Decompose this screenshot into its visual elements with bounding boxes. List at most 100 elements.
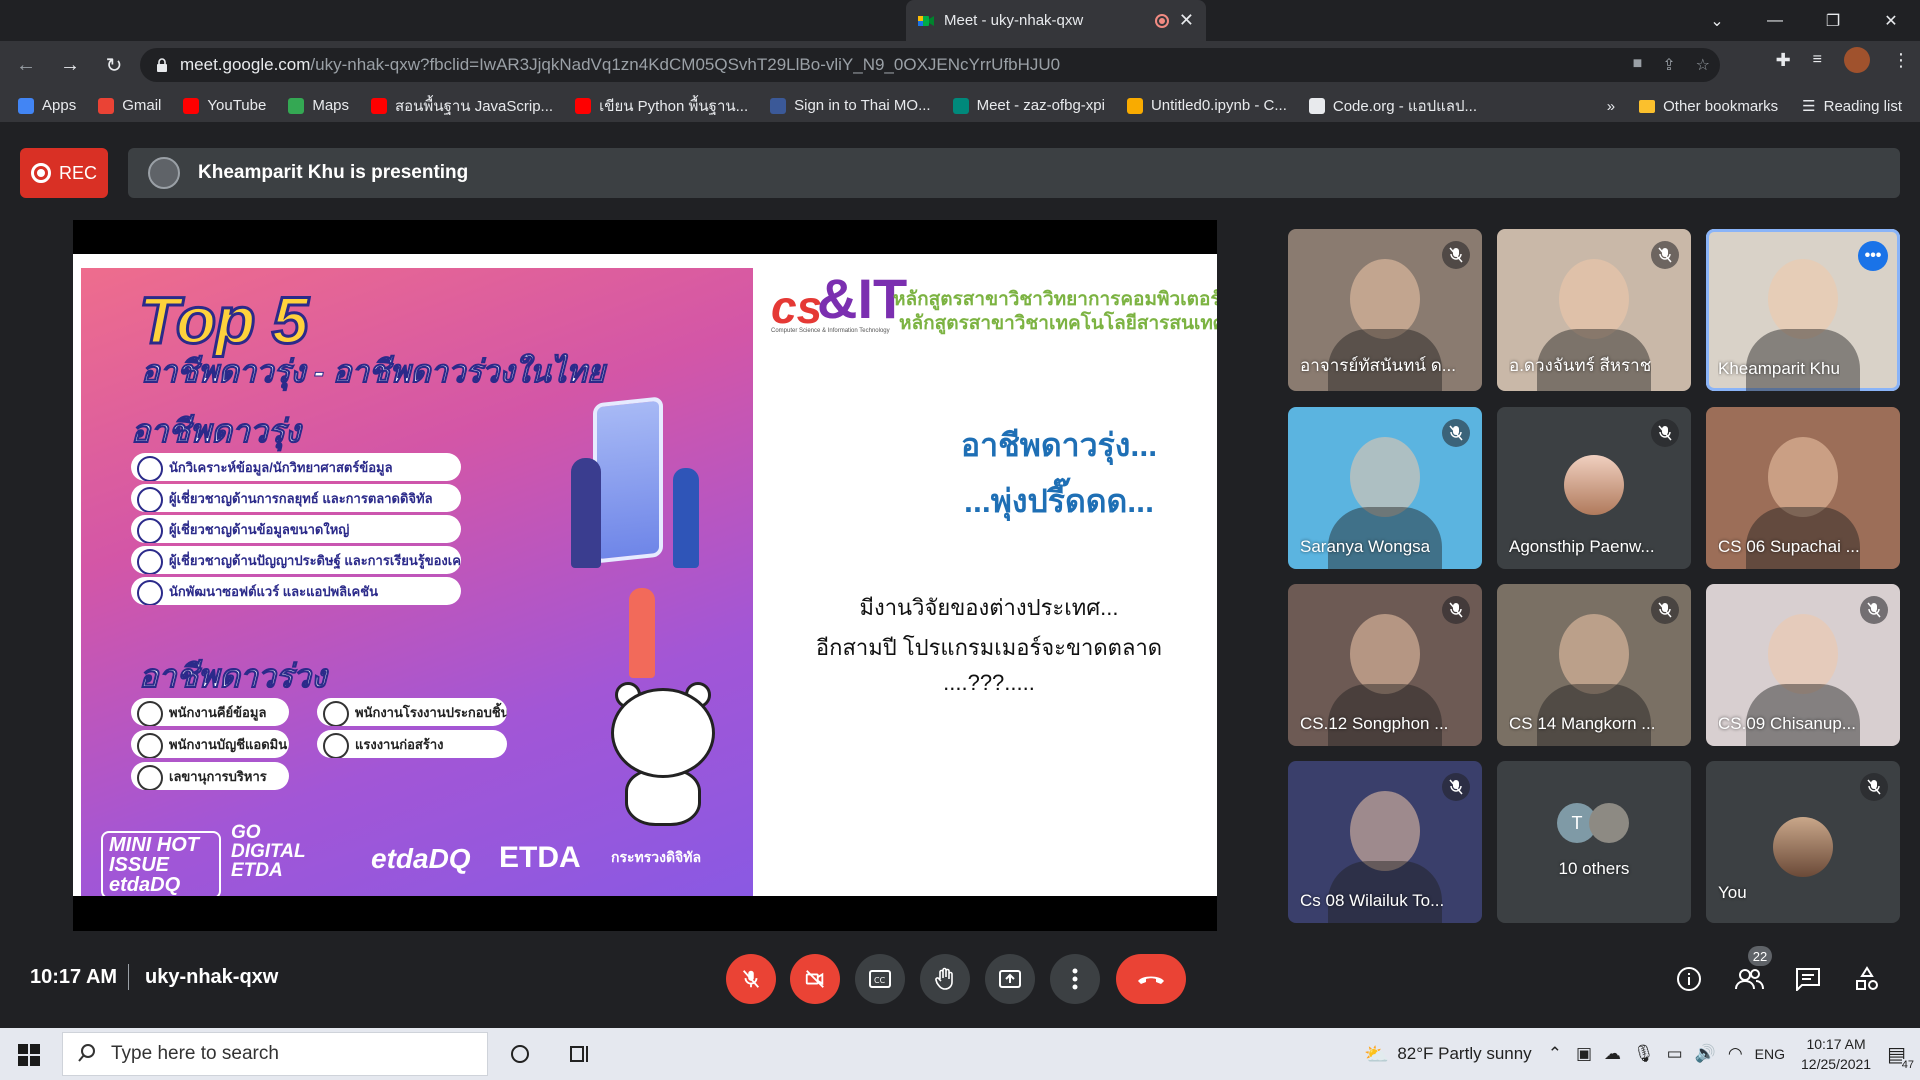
bookmark-label: Gmail <box>122 97 162 114</box>
lock-icon[interactable] <box>156 58 168 72</box>
bookmark-item[interactable]: YouTube <box>183 97 266 114</box>
media-control-icon[interactable]: ≡ <box>1813 51 1822 69</box>
participant-tile[interactable]: CS.09 Chisanup... <box>1706 584 1900 746</box>
participant-name: อ.ดวงจันทร์ สีหราช <box>1509 356 1652 375</box>
bookmark-star-icon[interactable]: ☆ <box>1696 55 1710 75</box>
reading-list[interactable]: ☰ Reading list <box>1802 97 1902 116</box>
mic-off-button[interactable] <box>726 954 776 1004</box>
cortana-icon[interactable] <box>508 1042 532 1066</box>
slide-body-3: ....???..... <box>943 670 1035 695</box>
poster-image: Top 5 อาชีพดาวรุ่ง - อาชีพดาวร่วงในไทย อ… <box>81 268 753 896</box>
recording-badge[interactable]: REC <box>20 148 108 198</box>
tab-search-icon[interactable]: ⌄ <box>1688 0 1746 41</box>
url-host: meet.google.com <box>180 55 311 74</box>
meet-view: REC Kheamparit Khu is presenting Top 5 อ… <box>0 124 1920 1028</box>
forward-icon[interactable]: → <box>52 47 88 83</box>
reload-icon[interactable]: ↻ <box>96 47 132 83</box>
notifications-icon[interactable]: ▤ 47 <box>1887 1042 1914 1071</box>
participant-tile[interactable]: CS.12 Songphon ... <box>1288 584 1482 746</box>
leave-call-button[interactable] <box>1116 954 1186 1004</box>
other-bookmarks-label: Other bookmarks <box>1663 97 1779 115</box>
microphone-icon[interactable]: 🎙 <box>1633 1044 1655 1064</box>
people-icon[interactable] <box>1734 964 1764 994</box>
tray-meet-icon[interactable]: ▣ <box>1576 1044 1592 1064</box>
close-window-icon[interactable]: ✕ <box>1862 0 1920 41</box>
participant-tile[interactable]: อาจารย์ทัสนันทน์ ด... <box>1288 229 1482 391</box>
reading-list-label: Reading list <box>1823 97 1902 115</box>
input-language[interactable]: ENG <box>1755 1046 1785 1062</box>
etda-logo: ETDA <box>499 841 581 874</box>
bookmark-item[interactable]: Untitled0.ipynb - C... <box>1126 97 1287 114</box>
restore-icon[interactable]: ❐ <box>1804 0 1862 41</box>
participant-tile[interactable]: ••• Kheamparit Khu <box>1706 229 1900 391</box>
onedrive-icon[interactable]: ☁ <box>1604 1044 1621 1064</box>
meeting-clock: 10:17 AM <box>30 966 118 988</box>
bookmark-label: Code.org - แอปแลป... <box>1332 97 1477 115</box>
participant-name: Kheamparit Khu <box>1718 359 1840 378</box>
participant-tile[interactable]: CS 06 Supachai ... <box>1706 407 1900 569</box>
captions-button[interactable]: CC <box>855 954 905 1004</box>
participant-avatar <box>1773 817 1833 877</box>
tab-close-icon[interactable]: ✕ <box>1179 10 1194 31</box>
tile-more-icon[interactable]: ••• <box>1858 241 1888 271</box>
meeting-details-icon[interactable] <box>1674 964 1704 994</box>
omnibox[interactable]: meet.google.com/uky-nhak-qxw?fbclid=IwAR… <box>140 48 1720 82</box>
participant-name: CS 14 Mangkorn ... <box>1509 714 1656 733</box>
bookmark-item[interactable]: Maps <box>288 97 349 114</box>
task-view-icon[interactable] <box>568 1042 592 1066</box>
falling-career-item: เลขานุการบริหาร <box>131 762 289 790</box>
camera-in-use-icon[interactable]: ■ <box>1633 55 1643 75</box>
camera-off-button[interactable] <box>790 954 840 1004</box>
bookmark-item[interactable]: Gmail <box>98 97 161 114</box>
present-icon <box>999 970 1021 988</box>
participant-tile[interactable]: T 10 others <box>1497 761 1691 923</box>
participant-tile[interactable]: อ.ดวงจันทร์ สีหราช <box>1497 229 1691 391</box>
bookmark-item[interactable]: Code.org - แอปแลป... <box>1308 94 1477 118</box>
battery-icon[interactable]: ▭ <box>1667 1044 1683 1064</box>
share-icon[interactable]: ⇪ <box>1662 55 1675 75</box>
participant-tile[interactable]: You <box>1706 761 1900 923</box>
activities-icon[interactable] <box>1852 964 1882 994</box>
participant-tile[interactable]: Saranya Wongsa <box>1288 407 1482 569</box>
bookmark-item[interactable]: Apps <box>18 97 76 114</box>
bookmark-item[interactable]: เขียน Python พื้นฐาน... <box>575 94 748 118</box>
system-clock[interactable]: 10:17 AM 12/25/2021 <box>1801 1034 1871 1074</box>
bookmark-item[interactable]: Sign in to Thai MO... <box>770 97 931 114</box>
muted-mic-icon <box>1651 596 1679 624</box>
bookmark-item[interactable]: Meet - zaz-ofbg-xpi <box>952 97 1105 114</box>
chat-icon[interactable] <box>1793 964 1823 994</box>
wifi-icon[interactable]: ◠ <box>1728 1044 1743 1064</box>
more-bookmarks-icon[interactable]: » <box>1607 98 1615 115</box>
bookmark-item[interactable]: สอนพื้นฐาน JavaScrip... <box>371 94 553 118</box>
falling-career-item: แรงงานก่อสร้าง <box>317 730 507 758</box>
poster-rising-heading: อาชีพดาวรุ่ง <box>131 413 302 450</box>
csit-title-it: หลักสูตรสาขาวิชาเทคโนโลยีสารสนเทศ <box>899 313 1217 334</box>
volume-icon[interactable]: 🔊 <box>1695 1044 1716 1064</box>
raise-hand-button[interactable] <box>920 954 970 1004</box>
presentation-stage[interactable]: Top 5 อาชีพดาวรุ่ง - อาชีพดาวร่วงในไทย อ… <box>73 220 1217 931</box>
more-options-button[interactable] <box>1050 954 1100 1004</box>
taskbar-search-input[interactable]: Type here to search <box>62 1032 488 1076</box>
tray-chevron-icon[interactable]: ⌃ <box>1548 1044 1562 1064</box>
falling-career-item: พนักงานโรงงานประกอบชิ้นส่วน <box>317 698 507 726</box>
weather-widget[interactable]: ⛅ 82°F Partly sunny <box>1364 1042 1531 1067</box>
participant-tile[interactable]: Agonsthip Paenw... <box>1497 407 1691 569</box>
mic-off-icon <box>742 970 760 988</box>
bookmark-favicon-icon <box>575 97 592 114</box>
person-illustration <box>629 588 655 678</box>
url-text[interactable]: meet.google.com/uky-nhak-qxw?fbclid=IwAR… <box>180 55 1060 75</box>
minimize-icon[interactable]: — <box>1746 0 1804 41</box>
participant-tile[interactable]: Cs 08 Wilailuk To... <box>1288 761 1482 923</box>
profile-avatar[interactable] <box>1844 47 1870 73</box>
participant-tile[interactable]: CS 14 Mangkorn ... <box>1497 584 1691 746</box>
other-bookmarks[interactable]: Other bookmarks <box>1639 98 1778 115</box>
present-now-button[interactable] <box>985 954 1035 1004</box>
browser-menu-icon[interactable]: ⋮ <box>1892 50 1910 71</box>
rising-career-item: ผู้เชี่ยวชาญด้านการกลยุทธ์ และการตลาดดิจ… <box>131 484 461 512</box>
bookmark-label: Meet - zaz-ofbg-xpi <box>976 97 1105 114</box>
tab-meet[interactable]: Meet - uky-nhak-qxw ✕ <box>906 0 1206 41</box>
back-icon[interactable]: ← <box>8 47 44 83</box>
windows-start-icon[interactable] <box>18 1044 40 1066</box>
extensions-icon[interactable]: ✚ <box>1776 50 1791 71</box>
window-controls: ⌄ — ❐ ✕ <box>1688 0 1920 41</box>
